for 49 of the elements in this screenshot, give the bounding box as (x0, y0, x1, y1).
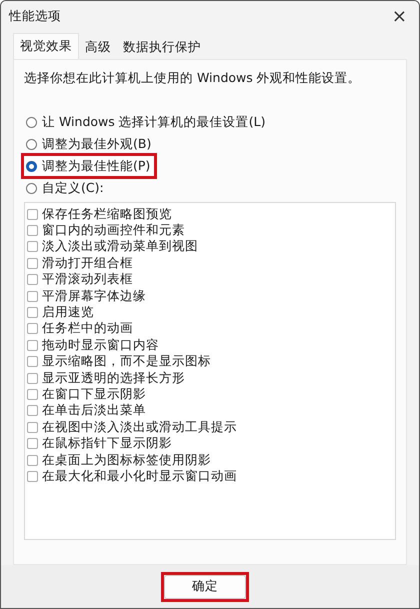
checkbox[interactable] (27, 258, 38, 269)
checkbox-label: 拖动时显示窗口内容 (42, 336, 159, 354)
checkbox-label: 在桌面上为图标标签使用阴影 (42, 452, 211, 469)
tab[interactable]: 高级 (79, 36, 117, 59)
checkbox-label: 显示亚透明的选择长方形 (42, 370, 185, 387)
checkbox[interactable] (27, 241, 38, 252)
checkbox[interactable] (27, 454, 38, 466)
radio-button[interactable] (26, 116, 37, 128)
checkbox[interactable] (27, 438, 38, 450)
checkbox[interactable] (27, 307, 38, 318)
checkbox-label: 窗口内的动画控件和元素 (42, 222, 185, 240)
checkbox[interactable] (27, 356, 38, 368)
description-text: 选择你想在此计算机上使用的 Windows 外观和性能设置。 (24, 70, 362, 87)
checkbox-label: 在最大化和最小化时显示窗口动画 (42, 468, 237, 485)
checkbox-label: 显示缩略图，而不是显示图标 (42, 353, 211, 370)
radio-label: 自定义(C): (42, 180, 104, 196)
tab[interactable]: 数据执行保护 (117, 36, 207, 59)
checkbox[interactable] (27, 422, 38, 433)
checkbox-label: 启用速览 (42, 304, 94, 322)
checkbox-label: 在单击后淡出菜单 (42, 402, 146, 420)
radio-button[interactable] (26, 138, 37, 150)
checkbox[interactable] (27, 470, 38, 482)
checkbox-label: 平滑滚动列表框 (42, 271, 133, 288)
checkbox-label: 淡入淡出或滑动菜单到视图 (42, 238, 198, 256)
checkbox-label: 在窗口下显示阴影 (42, 386, 146, 403)
checkbox[interactable] (27, 225, 38, 236)
window-title: 性能选项 (9, 8, 61, 24)
checkbox[interactable] (27, 290, 38, 302)
checkbox-label: 滑动打开组合框 (42, 254, 133, 272)
checkbox[interactable] (27, 323, 38, 334)
checkbox[interactable] (27, 274, 38, 286)
radio-label: 让 Windows 选择计算机的最佳设置(L) (42, 114, 266, 130)
radio-button[interactable] (26, 182, 37, 194)
radio-label: 调整为最佳性能(P) (42, 158, 150, 174)
radio-label: 调整为最佳外观(B) (42, 136, 152, 152)
checkbox[interactable] (27, 388, 38, 400)
checkbox[interactable] (27, 340, 38, 351)
checkbox[interactable] (27, 208, 38, 220)
radio-button[interactable] (26, 160, 37, 172)
checkbox-label: 任务栏中的动画 (42, 320, 133, 338)
ok-button[interactable]: 确定 (164, 574, 246, 598)
checkbox-label: 保存任务栏缩略图预览 (42, 206, 172, 223)
checkbox-label: 平滑屏幕字体边缘 (42, 288, 146, 305)
checkbox-label: 在视图中淡入淡出或滑动工具提示 (42, 418, 237, 436)
close-button[interactable]: × (388, 6, 411, 26)
checkbox[interactable] (27, 405, 38, 416)
checkbox[interactable] (27, 372, 38, 384)
checkbox-label: 在鼠标指针下显示阴影 (42, 435, 172, 452)
tab[interactable]: 视觉效果 (13, 33, 79, 59)
